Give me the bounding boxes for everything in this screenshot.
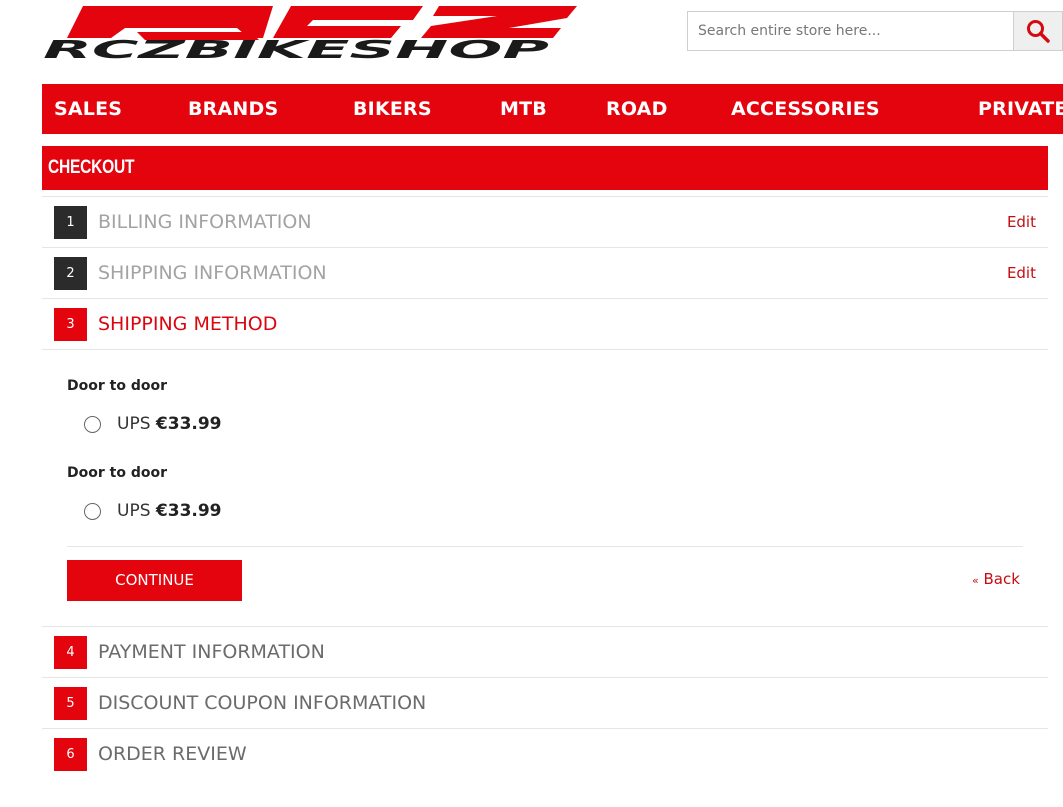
step-title: SHIPPING METHOD [98,313,278,335]
shipping-option-label: UPS €33.99 [117,501,222,521]
shipping-carrier: UPS [117,414,151,434]
shipping-price: €33.99 [155,501,222,521]
nav-item-road[interactable]: ROAD [606,84,668,134]
shipping-option[interactable]: UPS €33.99 [84,501,222,521]
nav-item-brands[interactable]: BRANDS [188,84,278,134]
step-number: 6 [54,738,87,771]
shipping-method-group-label: Door to door [67,378,167,394]
site-logo[interactable]: RCZBIKESHOP [41,4,581,64]
edit-billing-link[interactable]: Edit [1007,197,1036,248]
step-number: 4 [54,636,87,669]
page-title: CHECKOUT [48,157,135,178]
nav-item-sales[interactable]: SALES [54,84,122,134]
nav-item-mtb[interactable]: MTB [500,84,547,134]
shipping-option-radio[interactable] [84,415,101,433]
step-billing-information[interactable]: 1 BILLING INFORMATION Edit [42,196,1048,247]
step-title: ORDER REVIEW [98,743,247,765]
search-input[interactable] [687,11,1013,51]
search-bar [687,11,1063,51]
search-button[interactable] [1013,11,1063,51]
rcz-logo-graphic: RCZBIKESHOP [43,6,577,64]
step-title: PAYMENT INFORMATION [98,641,325,663]
search-icon [1027,20,1050,43]
shipping-carrier: UPS [117,501,151,521]
step-payment-information[interactable]: 4 PAYMENT INFORMATION [42,626,1048,677]
continue-button[interactable]: CONTINUE [67,560,242,601]
step-shipping-information[interactable]: 2 SHIPPING INFORMATION Edit [42,247,1048,298]
back-link[interactable]: « Back [972,570,1020,588]
nav-item-private[interactable]: PRIVATE [978,84,1063,134]
step-number: 1 [54,206,87,239]
step-title: SHIPPING INFORMATION [98,262,327,284]
step-number: 2 [54,257,87,290]
back-arrow-icon: « [972,574,979,587]
step-title: DISCOUNT COUPON INFORMATION [98,692,427,714]
edit-shipping-link[interactable]: Edit [1007,248,1036,299]
back-link-label: Back [983,570,1020,588]
section-divider [67,546,1023,547]
step-number: 5 [54,687,87,720]
checkout-header: CHECKOUT [42,146,1048,190]
logo-wordmark: RCZBIKESHOP [43,35,549,62]
nav-item-bikers[interactable]: BIKERS [353,84,432,134]
step-title: BILLING INFORMATION [98,211,312,233]
shipping-option-label: UPS €33.99 [117,414,222,434]
main-nav: SALES BRANDS BIKERS MTB ROAD ACCESSORIES… [42,84,1063,134]
step-discount-coupon[interactable]: 5 DISCOUNT COUPON INFORMATION [42,677,1048,728]
nav-item-accessories[interactable]: ACCESSORIES [731,84,880,134]
shipping-option[interactable]: UPS €33.99 [84,414,222,434]
step-number: 3 [54,308,87,341]
shipping-method-group-label: Door to door [67,465,167,481]
step-shipping-method: 3 SHIPPING METHOD [42,298,1048,350]
shipping-price: €33.99 [155,414,222,434]
step-order-review[interactable]: 6 ORDER REVIEW [42,728,1048,779]
shipping-option-radio[interactable] [84,502,101,520]
